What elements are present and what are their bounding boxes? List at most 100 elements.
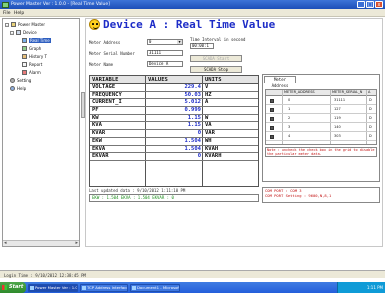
table-row: FREQUENCY 50.03 HZ <box>90 92 258 100</box>
time-interval-field[interactable]: 00:00:1 <box>190 43 214 49</box>
variable-name: KVA <box>92 122 102 129</box>
scada-start-button[interactable]: SCADA Start <box>190 55 242 62</box>
help-icon <box>10 86 15 91</box>
variable-unit: KVARH <box>205 153 222 160</box>
close-button[interactable]: x <box>375 1 383 8</box>
table-row: VOLTAGE 229.4 V <box>90 84 258 92</box>
tree-item-history[interactable]: History T <box>22 54 47 59</box>
meter-enable-checkbox[interactable] <box>270 99 274 103</box>
navigation-tree: - Power Master - Device Real Time Graph … <box>2 18 80 247</box>
system-tray: 1:11 PM <box>337 282 385 293</box>
device-icon <box>16 30 21 35</box>
meter-extra-cell: D <box>369 98 372 102</box>
meter-enable-checkbox[interactable] <box>270 126 274 130</box>
maximize-button[interactable]: □ <box>366 1 374 8</box>
table-row: EKW 1.504 WH <box>90 138 258 146</box>
realtime-icon <box>22 38 27 43</box>
tree-horizontal-scrollbar[interactable] <box>3 240 79 246</box>
menu-bar: File Help <box>0 9 385 17</box>
meter-serial-cell: 119 <box>334 116 341 120</box>
scada-stop-button[interactable]: SCADA Stop <box>190 66 242 73</box>
tree-item-report[interactable]: Report <box>22 62 42 67</box>
tree-item-help[interactable]: Help <box>10 86 26 91</box>
table-row: KVAR 0 VAR <box>90 130 258 138</box>
variable-name: FREQUENCY <box>92 91 122 98</box>
meter-extra-cell: D <box>369 134 372 138</box>
table-row: KW 1.15 W <box>90 115 258 123</box>
meter-serial-field[interactable]: 31111 <box>147 50 183 56</box>
meter-row: 2 119 D <box>266 115 376 123</box>
table-row: PF 0.999 <box>90 107 258 115</box>
menu-file[interactable]: File <box>3 11 11 16</box>
variable-name: EKW <box>92 137 102 144</box>
variable-value: 1.504 <box>184 137 201 144</box>
tree-item-graph[interactable]: Graph <box>22 46 41 51</box>
meter-enable-checkbox[interactable] <box>270 108 274 112</box>
meter-address-panel: Meter Address METER_ADDRESS METER_SERIAL… <box>262 74 380 182</box>
collapse-icon[interactable]: - <box>5 22 9 27</box>
variable-value: 229.4 <box>184 84 201 90</box>
column-header-meter-address: METER_ADDRESS <box>282 90 330 96</box>
meter-name-label: Meter Name <box>89 62 114 67</box>
collapse-icon[interactable]: - <box>10 30 14 35</box>
variable-value: 1.504 <box>184 145 201 152</box>
variable-unit: HZ <box>205 91 212 98</box>
meter-extra-cell: D <box>369 116 372 120</box>
variable-name: EKVA <box>92 145 106 152</box>
meter-serial-cell: 140 <box>334 125 341 129</box>
energy-status-box: EKW : 1.504 EKVA : 1.504 EKVAR : 0 <box>89 194 259 202</box>
meter-address-cell: 2 <box>288 116 291 120</box>
column-header-meter-serial: METER_SERIAL_N <box>330 90 366 96</box>
variable-value: 0 <box>197 153 201 160</box>
app-icon <box>2 1 9 8</box>
meter-serial-cell: 31111 <box>334 98 346 102</box>
tree-item-real-time[interactable]: Real Time <box>22 38 51 43</box>
alarm-icon <box>22 70 27 75</box>
menu-help[interactable]: Help <box>14 11 24 16</box>
variable-name: KVAR <box>92 130 106 137</box>
meter-address-select[interactable]: 0 ▼ <box>147 39 183 45</box>
variable-name: EKVAR <box>92 153 109 160</box>
variable-value: 5.012 <box>184 99 201 106</box>
taskbar-item-power-master[interactable]: Power Master Ver : 1.0... <box>28 283 78 292</box>
folder-icon <box>11 22 16 27</box>
meter-serial-label: Meter Serial Number <box>89 51 135 56</box>
meter-name-field[interactable]: Device A <box>147 61 183 67</box>
login-time-text: Login Time : 9/10/2012 12:38:45 PM <box>4 272 86 278</box>
variable-value: 1.15 <box>187 114 201 121</box>
smiley-icon <box>89 19 100 30</box>
com-port-status: COM PORT : COM 3 COM PORT Setting : 9600… <box>262 187 380 203</box>
meter-enable-checkbox[interactable] <box>270 135 274 139</box>
meter-address-cell: 4 <box>288 134 291 138</box>
title-bar: Power Master Ver : 1.0.0 - [Real Time Va… <box>0 0 385 9</box>
start-button[interactable]: Start <box>0 282 26 293</box>
table-row: KVA 1.15 VA <box>90 122 258 131</box>
status-bar: Login Time : 9/10/2012 12:38:45 PM <box>0 270 385 278</box>
chevron-down-icon: ▼ <box>177 40 182 44</box>
column-header-variable: VARIABLE <box>92 77 119 83</box>
taskbar-item-tcp[interactable]: TCP Address Interface <box>80 283 128 292</box>
table-body: VOLTAGE 229.4 V FREQUENCY 50.03 HZ CURRENT_I 5.… <box>90 84 258 161</box>
meter-grid-corner <box>266 90 282 96</box>
tree-item-alarm[interactable]: Alarm <box>22 70 41 75</box>
table-row: EKVA 1.504 KVAH <box>90 146 258 154</box>
table-header: VARIABLE VALUES UNITS <box>90 76 258 84</box>
tree-item-setting[interactable]: Setting <box>10 78 31 83</box>
tab-meter-address[interactable]: Meter Address <box>264 76 296 88</box>
meter-serial-cell: 303 <box>334 134 341 138</box>
tree-item-power-master[interactable]: - Power Master <box>5 22 45 27</box>
tree-item-device[interactable]: - Device <box>10 30 37 35</box>
meter-extra-cell: D <box>369 125 372 129</box>
com-port-setting-text: COM PORT Setting : 9600,N,8,1 <box>265 192 332 198</box>
time-interval-label: Time Interval in second <box>190 37 246 42</box>
taskbar-item-document[interactable]: Document1 - Microsoft ... <box>130 283 180 292</box>
taskbar: Start Power Master Ver : 1.0... TCP Addr… <box>0 282 385 293</box>
meter-extra-cell: D <box>369 107 372 111</box>
column-header-units: UNITS <box>205 77 222 83</box>
table-row: CURRENT_I 5.012 A <box>90 99 258 108</box>
variable-unit: KVAH <box>205 145 219 152</box>
minimize-button[interactable]: _ <box>357 1 365 8</box>
variable-name: KW <box>92 114 99 121</box>
meter-enable-checkbox[interactable] <box>270 117 274 121</box>
variable-unit: WH <box>205 137 212 144</box>
